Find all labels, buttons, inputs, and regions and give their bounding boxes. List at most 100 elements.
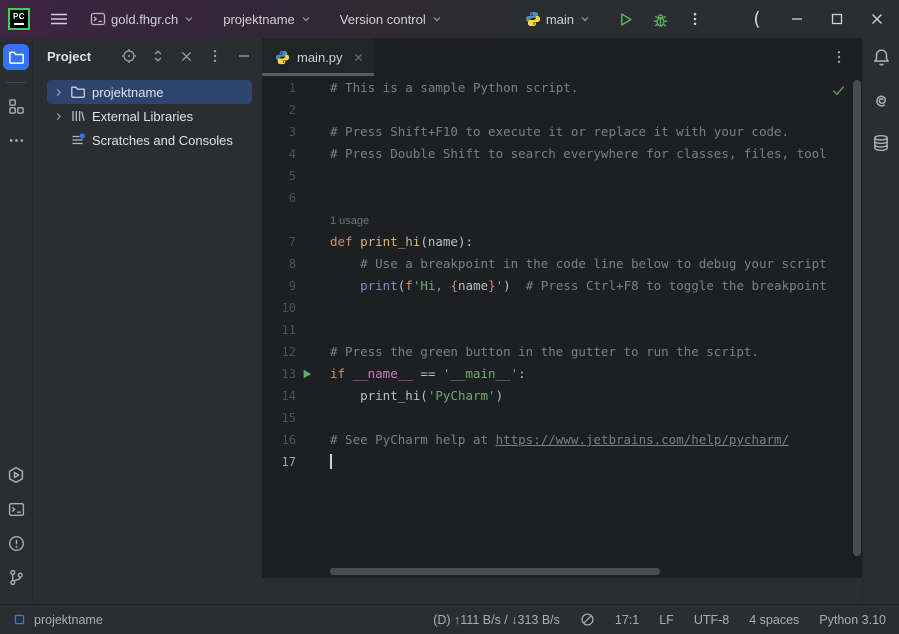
- line-number[interactable]: 6: [262, 187, 296, 209]
- maximize-button[interactable]: [817, 0, 857, 38]
- line-number[interactable]: 3: [262, 121, 296, 143]
- code-line[interactable]: 9 print(f'Hi, {name}') # Press Ctrl+F8 t…: [262, 275, 862, 297]
- collapse-all-icon[interactable]: [179, 49, 194, 64]
- services-run-icon: [7, 466, 25, 484]
- line-number[interactable]: 14: [262, 385, 296, 407]
- code-line[interactable]: 15: [262, 407, 862, 429]
- locate-file-icon[interactable]: [121, 48, 137, 64]
- python-icon: [525, 11, 541, 27]
- code-line[interactable]: 8 # Use a breakpoint in the code line be…: [262, 253, 862, 275]
- more-actions-button[interactable]: [681, 7, 709, 31]
- tree-item-scratches[interactable]: Scratches and Consoles: [47, 128, 252, 152]
- status-bar: projektname (D) ↑111 B/s / ↓313 B/s 17:1…: [0, 604, 899, 634]
- status-project-widget[interactable]: projektname: [13, 613, 103, 627]
- tree-item-label: External Libraries: [92, 109, 193, 124]
- structure-tool-button[interactable]: [3, 93, 29, 119]
- crescent-icon: (: [753, 10, 760, 29]
- code-line[interactable]: 11: [262, 319, 862, 341]
- code-line[interactable]: 13if __name__ == '__main__':: [262, 363, 862, 385]
- code-line[interactable]: 6: [262, 187, 862, 209]
- ai-assistant-icon[interactable]: [872, 91, 891, 110]
- window-special-button[interactable]: (: [737, 0, 777, 38]
- status-project-label: projektname: [34, 613, 103, 627]
- tree-item-label: Scratches and Consoles: [92, 133, 233, 148]
- code-editor[interactable]: 1# This is a sample Python script.23# Pr…: [262, 76, 862, 578]
- editor-column: main.py 1# This is a sample Python scrip…: [262, 38, 862, 604]
- services-tool-button[interactable]: [3, 462, 29, 488]
- status-encoding[interactable]: UTF-8: [694, 613, 729, 627]
- line-number[interactable]: 9: [262, 275, 296, 297]
- project-panel-title: Project: [47, 49, 91, 64]
- tab-options-button[interactable]: [831, 49, 862, 65]
- line-number[interactable]: 7: [262, 231, 296, 253]
- project-tool-button[interactable]: [3, 44, 29, 70]
- tree-item-external-libraries[interactable]: External Libraries: [47, 104, 252, 128]
- code-line[interactable]: 1# This is a sample Python script.: [262, 77, 862, 99]
- line-number[interactable]: 16: [262, 429, 296, 451]
- code-line[interactable]: 14 print_hi('PyCharm'): [262, 385, 862, 407]
- line-number[interactable]: 11: [262, 319, 296, 341]
- project-dropdown[interactable]: projektname: [217, 8, 318, 31]
- expand-all-icon[interactable]: [150, 48, 166, 64]
- code-line[interactable]: 7def print_hi(name):: [262, 231, 862, 253]
- tab-label: main.py: [297, 50, 343, 65]
- horizontal-scrollbar[interactable]: [330, 568, 660, 575]
- pycharm-logo-text: PC: [13, 13, 25, 21]
- chevron-down-icon: [431, 13, 443, 25]
- close-button[interactable]: [857, 0, 897, 38]
- run-line-icon[interactable]: [301, 368, 313, 380]
- run-button[interactable]: [611, 7, 640, 32]
- tab-close-button[interactable]: [353, 52, 364, 63]
- code-line[interactable]: 2: [262, 99, 862, 121]
- code-line[interactable]: 3# Press Shift+F10 to execute it or repl…: [262, 121, 862, 143]
- line-number[interactable]: 5: [262, 165, 296, 187]
- code-line[interactable]: 10: [262, 297, 862, 319]
- terminal-icon: [90, 11, 106, 27]
- debug-button[interactable]: [646, 7, 675, 32]
- more-tool-windows-button[interactable]: [3, 127, 29, 153]
- run-icon: [617, 11, 634, 28]
- line-number[interactable]: 15: [262, 407, 296, 429]
- inspection-ok-icon[interactable]: [831, 83, 846, 98]
- right-tool-stripe: [862, 38, 899, 604]
- usage-hint-row[interactable]: 1 usage: [262, 209, 862, 231]
- notifications-bell-icon[interactable]: [872, 48, 891, 67]
- close-icon: [353, 52, 364, 63]
- run-configuration-dropdown[interactable]: main: [519, 7, 597, 31]
- highlighting-level-icon[interactable]: [580, 612, 595, 627]
- text-caret: [330, 454, 332, 469]
- version-control-dropdown[interactable]: Version control: [334, 8, 449, 31]
- status-interpreter[interactable]: Python 3.10: [819, 613, 886, 627]
- vertical-scrollbar[interactable]: [853, 80, 861, 556]
- remote-host-dropdown[interactable]: gold.fhgr.ch: [84, 7, 201, 31]
- code-line[interactable]: 16# See PyCharm help at https://www.jetb…: [262, 429, 862, 451]
- line-number[interactable]: 2: [262, 99, 296, 121]
- minimize-button[interactable]: [777, 0, 817, 38]
- line-number[interactable]: 4: [262, 143, 296, 165]
- line-number[interactable]: 12: [262, 341, 296, 363]
- code-line[interactable]: 4# Press Double Shift to search everywhe…: [262, 143, 862, 165]
- tree-item-projektname[interactable]: projektname: [47, 80, 252, 104]
- code-line[interactable]: 12# Press the green button in the gutter…: [262, 341, 862, 363]
- problems-tool-button[interactable]: [3, 530, 29, 556]
- code-line[interactable]: 5: [262, 165, 862, 187]
- panel-options-icon[interactable]: [207, 48, 223, 64]
- terminal-tool-button[interactable]: [3, 496, 29, 522]
- git-tool-button[interactable]: [3, 564, 29, 590]
- main-menu-button[interactable]: [44, 7, 74, 31]
- status-line-separator[interactable]: LF: [659, 613, 674, 627]
- folder-icon: [8, 49, 25, 66]
- hide-panel-icon[interactable]: [236, 48, 252, 64]
- database-icon[interactable]: [872, 134, 890, 152]
- ellipsis-icon: [8, 132, 25, 149]
- code-line[interactable]: 17: [262, 451, 862, 473]
- line-number[interactable]: 17: [262, 451, 296, 473]
- line-number[interactable]: 8: [262, 253, 296, 275]
- status-indent[interactable]: 4 spaces: [749, 613, 799, 627]
- status-caret-position[interactable]: 17:1: [615, 613, 639, 627]
- tab-main-py[interactable]: main.py: [262, 38, 374, 76]
- line-number[interactable]: 1: [262, 77, 296, 99]
- usage-hint: 1 usage: [330, 215, 369, 227]
- line-number[interactable]: 13: [262, 363, 296, 385]
- line-number[interactable]: 10: [262, 297, 296, 319]
